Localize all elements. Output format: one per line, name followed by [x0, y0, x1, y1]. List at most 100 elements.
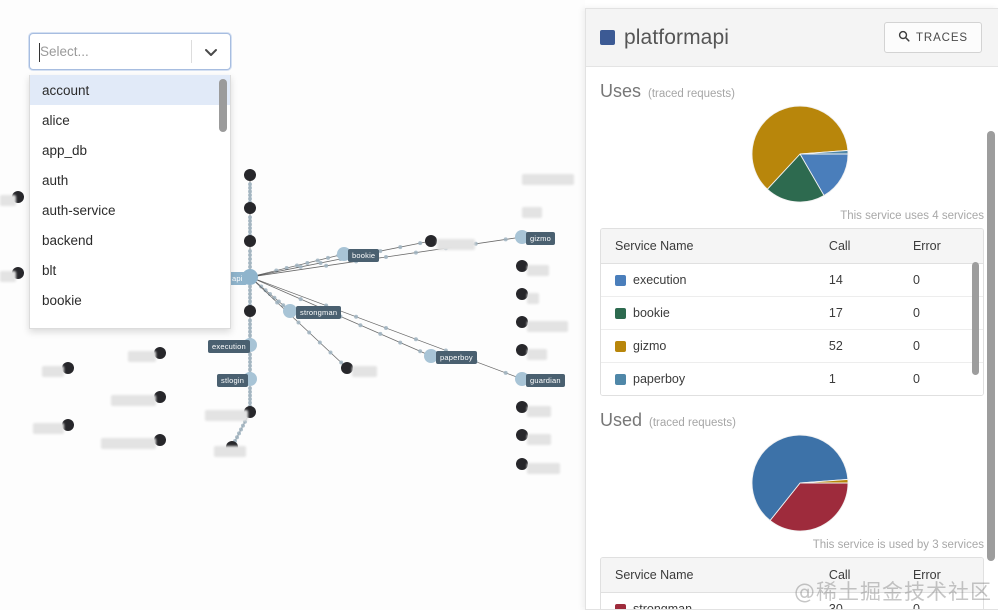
graph-node[interactable] [154, 434, 166, 446]
graph-node[interactable] [341, 362, 353, 374]
graph-edge-particle [248, 222, 252, 227]
graph-edge-particle [384, 255, 388, 259]
table-row[interactable]: gizmo 52 0 [601, 329, 983, 363]
service-select-options[interactable]: account alice app_db auth auth-service backen… [30, 75, 230, 328]
traces-button[interactable]: TRACES [883, 22, 982, 53]
graph-node[interactable] [516, 401, 528, 413]
used-table-wrap[interactable]: Service Name Call Error strongman300stlo… [600, 557, 984, 609]
graph-node-execution[interactable] [243, 338, 257, 352]
graph-node[interactable] [425, 235, 437, 247]
select-option-backend[interactable]: backend [30, 225, 230, 255]
service-color-swatch [615, 340, 626, 352]
graph-edge-particle [418, 349, 423, 354]
uses-col-call: Call [814, 229, 899, 264]
table-row[interactable]: execution 14 0 [601, 263, 983, 297]
service-select-value-area[interactable]: Select... [30, 34, 191, 69]
select-option-blt[interactable]: blt [30, 255, 230, 285]
graph-node[interactable] [516, 260, 528, 272]
table-row[interactable]: paperboy 1 0 [601, 362, 983, 395]
graph-edge-particle [378, 331, 383, 336]
graph-node[interactable] [244, 235, 256, 247]
graph-edge-particle [339, 360, 344, 365]
graph-node[interactable] [12, 267, 24, 279]
graph-edge-particle [248, 264, 252, 269]
uses-table-head: Service Name Call Error [601, 229, 983, 264]
uses-caption: This service uses 4 services [840, 210, 984, 222]
graph-edge-particle [338, 314, 343, 319]
select-option-auth-service[interactable]: auth-service [30, 195, 230, 225]
graph-node[interactable] [154, 391, 166, 403]
graph-node[interactable] [244, 169, 256, 181]
graph-node-paperboy[interactable] [424, 349, 438, 363]
graph-edge-particle [275, 300, 280, 305]
graph-edge-particle [248, 229, 252, 234]
graph-edge-particle [317, 340, 322, 345]
uses-table: Service Name Call Error execution 14 0 book… [601, 229, 983, 395]
graph-node-api[interactable] [242, 269, 258, 285]
graph-node-stlogin[interactable] [243, 372, 257, 386]
select-option-account[interactable]: account [30, 75, 230, 105]
graph-edge-particle [295, 263, 299, 268]
uses-heading: Uses [600, 81, 642, 101]
service-name-cell: bookie [601, 296, 815, 330]
graph-node[interactable] [154, 347, 166, 359]
error-count-cell: 0 [898, 592, 983, 609]
graph-node[interactable] [62, 419, 74, 431]
select-menu-scrollbar-thumb[interactable] [219, 79, 227, 132]
graph-node-bookie[interactable] [337, 247, 351, 261]
panel-scrollbar-thumb[interactable] [987, 131, 995, 561]
graph-node[interactable] [12, 191, 24, 203]
graph-edge-particle [324, 303, 329, 308]
graph-edge-particle [248, 400, 252, 405]
graph-node[interactable] [516, 458, 528, 470]
table-row[interactable]: bookie 17 0 [601, 296, 983, 330]
graph-node[interactable] [244, 202, 256, 214]
graph-node[interactable] [244, 305, 256, 317]
graph-edge-particle [248, 288, 252, 293]
service-select-control[interactable]: Select... [29, 33, 231, 70]
graph-edge-particle [296, 320, 301, 325]
error-count-cell: 0 [898, 362, 983, 395]
select-option-app_db[interactable]: app_db [30, 135, 230, 165]
select-option-alice[interactable]: alice [30, 105, 230, 135]
uses-table-scrollbar-thumb[interactable] [972, 262, 979, 375]
table-header-row: Service Name Call Error [601, 229, 983, 264]
graph-node-guardian[interactable] [515, 372, 529, 386]
page-title: platformapi [624, 25, 729, 49]
uses-table-body: execution 14 0 bookie 17 0 gizmo 52 0 paperboy 1 0 [601, 263, 983, 395]
graph-edge-particle [248, 326, 252, 330]
graph-edge-particle [398, 245, 403, 250]
graph-node-gizmo[interactable] [515, 230, 529, 244]
used-subheading: (traced requests) [649, 417, 736, 429]
graph-edge-particle [248, 333, 252, 338]
table-row[interactable]: strongman 30 0 [601, 592, 983, 609]
text-cursor [39, 43, 40, 62]
graph-node-strongman[interactable] [283, 304, 297, 318]
call-count-cell: 52 [814, 329, 899, 363]
service-name-cell: paperboy [601, 362, 815, 395]
graph-node[interactable] [516, 344, 528, 356]
graph-edge-particle [248, 253, 252, 258]
graph-edge-particle [443, 246, 448, 251]
used-col-call: Call [814, 558, 899, 593]
uses-table-wrap[interactable]: Service Name Call Error execution 14 0 book… [600, 228, 984, 396]
service-select[interactable]: Select... account alice app_db auth auth-ser… [29, 33, 231, 329]
graph-edge-particle [248, 182, 252, 187]
graph-node[interactable] [516, 316, 528, 328]
graph-node[interactable] [62, 362, 74, 374]
graph-edge-particle [248, 322, 252, 327]
graph-node[interactable] [226, 441, 238, 453]
graph-edge-particle [239, 427, 243, 432]
graph-edge-particle [242, 419, 247, 424]
graph-edge-particle [248, 386, 252, 391]
graph-edge-particle [378, 249, 383, 254]
service-select-menu[interactable]: account alice app_db auth auth-service backen… [29, 75, 231, 329]
graph-node[interactable] [516, 429, 528, 441]
chevron-down-icon[interactable] [192, 34, 230, 69]
panel-body[interactable]: Uses (traced requests) This service uses… [586, 67, 998, 609]
select-option-bookie[interactable]: bookie [30, 285, 230, 315]
call-count-cell: 14 [814, 263, 899, 297]
graph-node[interactable] [516, 288, 528, 300]
graph-node[interactable] [244, 406, 256, 418]
select-option-auth[interactable]: auth [30, 165, 230, 195]
